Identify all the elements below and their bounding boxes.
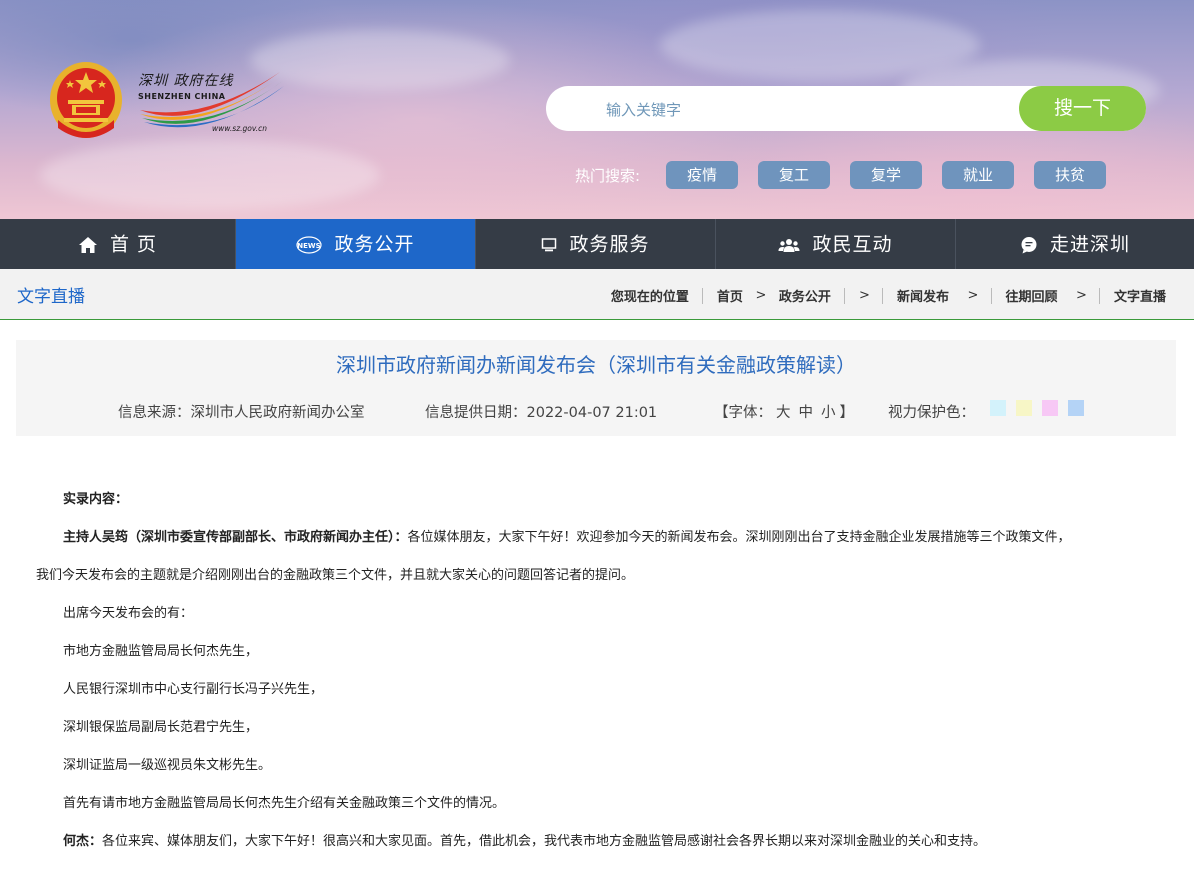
intro-paragraph: 首先有请市地方金融监管局局长何杰先生介绍有关金融政策三个文件的情况。 xyxy=(63,796,506,811)
nav-item-home[interactable]: 首 页 xyxy=(0,219,235,269)
eye-protection-label: 视力保护色： xyxy=(888,405,975,421)
speaker-hejie: 何杰： xyxy=(63,834,103,849)
national-emblem-icon xyxy=(50,62,122,138)
breadcrumb-divider xyxy=(702,287,704,304)
nav-item-about-shenzhen[interactable]: 走进深圳 xyxy=(956,219,1194,269)
logo-en-text: SHENZHEN CHINA xyxy=(138,92,226,101)
article-date: 信息提供日期：2022-04-07 21:01 xyxy=(425,405,658,421)
site-logo[interactable]: 深圳 政府在线 SHENZHEN CHINA www.sz.gov.cn xyxy=(136,70,286,136)
hot-tag-resume-school[interactable]: 复学 xyxy=(850,161,922,189)
logo-url-text: www.sz.gov.cn xyxy=(212,124,267,133)
breadcrumb-home[interactable]: 首页 xyxy=(717,290,743,305)
font-size-medium[interactable]: 中 xyxy=(795,405,818,421)
host-text-2: 我们今天发布会的主题就是介绍刚刚出台的金融政策三个文件，并且就大家关心的问题回答… xyxy=(36,568,635,583)
eye-color-cyan[interactable] xyxy=(990,400,1006,416)
paragraph-host: 主持人吴筠（深圳市委宣传部副部长、市政府新闻办主任）：各位媒体朋友，大家下午好！… xyxy=(63,526,1071,545)
font-size-large[interactable]: 大 xyxy=(772,405,795,421)
breadcrumb-arrow-icon: > xyxy=(755,288,767,303)
font-size-close: 】 xyxy=(839,405,855,421)
attendee-2: 人民银行深圳市中心支行副行长冯子兴先生， xyxy=(63,682,324,697)
eye-color-yellow[interactable] xyxy=(1016,400,1032,416)
breadcrumb-live-text[interactable]: 文字直播 xyxy=(1114,290,1166,305)
breadcrumb-arrow-icon: > xyxy=(1076,288,1087,303)
search-box: 搜一下 xyxy=(546,86,1146,133)
hot-tag-employment[interactable]: 就业 xyxy=(942,161,1014,189)
svg-text:NEWS: NEWS xyxy=(298,242,321,250)
site-header: 深圳 政府在线 SHENZHEN CHINA www.sz.gov.cn 搜一下… xyxy=(0,0,1194,219)
font-size-small[interactable]: 小 xyxy=(817,405,840,421)
search-input[interactable] xyxy=(604,86,1008,133)
content-heading: 实录内容： xyxy=(63,492,129,507)
breadcrumb-arrow-icon: > xyxy=(858,288,870,303)
article-source: 信息来源：深圳市人民政府新闻办公室 xyxy=(118,405,365,421)
hot-search-label: 热门搜索: xyxy=(575,167,641,185)
paragraph-hejie: 何杰：各位来宾、媒体朋友们，大家下午好！很高兴和大家见面。首先，借此机会，我代表… xyxy=(63,830,986,849)
host-text-1: 各位媒体朋友，大家下午好！欢迎参加今天的新闻发布会。深圳刚刚出台了支持金融企业发… xyxy=(407,530,1071,545)
nav-label: 政务公开 xyxy=(334,233,415,256)
logo-cn-text: 深圳 政府在线 xyxy=(138,73,234,89)
nav-label: 首 页 xyxy=(109,233,158,256)
nav-item-interaction[interactable]: 政民互动 xyxy=(716,219,955,269)
breadcrumb-divider xyxy=(1099,287,1101,304)
nav-item-gov-services[interactable]: 政务服务 xyxy=(476,219,715,269)
users-icon xyxy=(778,238,800,252)
breadcrumb-divider xyxy=(990,287,992,304)
home-icon xyxy=(78,236,97,253)
attendee-4: 深圳证监局一级巡视员朱文彬先生。 xyxy=(63,758,272,773)
attendee-3: 深圳银保监局副局长范君宁先生， xyxy=(63,720,259,735)
nav-label: 走进深圳 xyxy=(1049,233,1130,256)
monitor-icon xyxy=(542,237,557,251)
breadcrumb-divider xyxy=(882,287,884,304)
breadcrumb-gov-affairs[interactable]: 政务公开 xyxy=(779,290,831,305)
font-size-label: 【字体： xyxy=(714,405,772,421)
chat-icon xyxy=(1021,236,1037,253)
nav-item-gov-affairs[interactable]: NEWS 政务公开 xyxy=(236,219,475,269)
section-title: 文字直播 xyxy=(17,287,85,307)
attendees-intro: 出席今天发布会的有： xyxy=(63,606,194,621)
nav-label: 政民互动 xyxy=(812,233,893,256)
breadcrumb-past-review[interactable]: 往期回顾 xyxy=(1005,290,1057,305)
attendee-1: 市地方金融监管局局长何杰先生， xyxy=(63,644,259,659)
hot-tag-epidemic[interactable]: 疫情 xyxy=(666,161,738,189)
nav-label: 政务服务 xyxy=(569,233,650,256)
hot-tag-poverty[interactable]: 扶贫 xyxy=(1034,161,1106,189)
article-header: 深圳市政府新闻办新闻发布会（深圳市有关金融政策解读） 信息来源：深圳市人民政府新… xyxy=(16,340,1176,436)
eye-color-blue[interactable] xyxy=(1068,400,1084,416)
eye-color-pink[interactable] xyxy=(1042,400,1058,416)
search-button[interactable]: 搜一下 xyxy=(1019,86,1146,131)
main-nav: 首 页 NEWS 政务公开 政务服务 政民互动 走进深圳 xyxy=(0,219,1194,269)
hot-tag-resume-work[interactable]: 复工 xyxy=(758,161,830,189)
breadcrumb-position-label: 您现在的位置 xyxy=(610,290,689,305)
breadcrumb-arrow-icon: > xyxy=(967,288,979,303)
article-title: 深圳市政府新闻办新闻发布会（深圳市有关金融政策解读） xyxy=(336,353,856,377)
breadcrumb-divider xyxy=(844,287,846,304)
speaker-host: 主持人吴筠（深圳市委宣传部副部长、市政府新闻办主任）： xyxy=(63,530,408,545)
font-size-control: 【字体：大中小】 xyxy=(714,401,854,422)
breadcrumb-bar: 文字直播 您现在的位置 首页 > 政务公开 > 新闻发布 > 往期回顾 > 文字… xyxy=(0,269,1194,320)
breadcrumb: 您现在的位置 首页 > 政务公开 > 新闻发布 > 往期回顾 > 文字直播 xyxy=(611,286,1166,305)
news-icon: NEWS xyxy=(296,235,323,254)
breadcrumb-news-release[interactable]: 新闻发布 xyxy=(897,290,949,305)
hejie-text: 各位来宾、媒体朋友们，大家下午好！很高兴和大家见面。首先，借此机会，我代表市地方… xyxy=(102,834,987,849)
